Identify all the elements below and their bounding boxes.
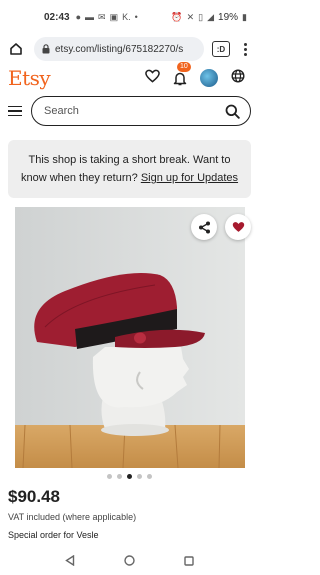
lock-icon bbox=[42, 44, 50, 54]
hat-on-mannequin-illustration bbox=[15, 207, 245, 468]
search-row: Search bbox=[0, 94, 259, 128]
menu-hamburger-icon[interactable] bbox=[8, 105, 22, 117]
k-app-icon: K. bbox=[122, 12, 131, 22]
carousel-dot[interactable] bbox=[147, 474, 152, 479]
battery-percent: 19% bbox=[218, 11, 239, 23]
search-icon[interactable] bbox=[225, 104, 240, 119]
special-order-title[interactable]: Special order for Vesle bbox=[8, 530, 99, 540]
recents-button[interactable] bbox=[184, 553, 195, 571]
system-nav-bar bbox=[0, 548, 259, 575]
share-button[interactable] bbox=[191, 214, 217, 240]
carousel-dot[interactable] bbox=[117, 474, 122, 479]
heart-filled-icon bbox=[232, 222, 244, 232]
mail-icon: ✉ bbox=[98, 11, 106, 22]
site-header: Etsy 10 bbox=[0, 61, 259, 92]
system-icons: ⏰ ✕ ▯ ◢ 19% ▮ bbox=[171, 12, 247, 23]
carousel-dot[interactable] bbox=[137, 474, 142, 479]
carousel-dot[interactable] bbox=[127, 474, 132, 479]
notification-badge: 10 bbox=[177, 61, 191, 72]
battery-icon: ▮ bbox=[242, 11, 247, 22]
vat-note: VAT included (where applicable) bbox=[8, 512, 137, 522]
heart-outline-icon bbox=[145, 69, 160, 83]
home-icon bbox=[10, 43, 22, 55]
vibrate-icon: ▯ bbox=[198, 11, 204, 22]
sign-up-updates-link[interactable]: Sign up for Updates bbox=[141, 172, 238, 184]
globe-icon bbox=[231, 68, 245, 83]
etsy-logo[interactable]: Etsy bbox=[8, 66, 51, 90]
more-vert-icon bbox=[243, 42, 247, 46]
image-carousel-dots[interactable] bbox=[0, 474, 259, 479]
shop-break-notice: This shop is taking a short break. Want … bbox=[8, 140, 251, 198]
mute-icon: ✕ bbox=[186, 11, 195, 22]
search-input[interactable]: Search bbox=[31, 96, 251, 126]
tabs-button[interactable]: :D bbox=[212, 41, 230, 57]
favorites-button[interactable] bbox=[145, 69, 160, 88]
bell-icon bbox=[173, 72, 187, 85]
browser-toolbar: etsy.com/listing/675182270/s :D bbox=[0, 34, 259, 64]
share-icon bbox=[198, 221, 210, 233]
back-triangle-icon bbox=[64, 554, 74, 566]
back-button[interactable] bbox=[64, 553, 75, 571]
status-time: 02:43 bbox=[44, 11, 70, 23]
search-placeholder: Search bbox=[44, 105, 79, 117]
notifications-button[interactable]: 10 bbox=[173, 61, 191, 86]
status-bar: 02:43 ● ▬ ✉ ▣ K. • ⏰ ✕ ▯ ◢ 19% ▮ bbox=[0, 0, 259, 34]
notification-icons: ● ▬ ✉ ▣ K. • bbox=[76, 12, 138, 23]
product-image[interactable] bbox=[15, 207, 245, 468]
recents-square-icon bbox=[184, 555, 195, 566]
carousel-dot[interactable] bbox=[107, 474, 112, 479]
signal-icon: ◢ bbox=[207, 11, 215, 22]
alarm-icon: ⏰ bbox=[171, 11, 183, 22]
cart-button[interactable] bbox=[231, 68, 245, 88]
browser-menu-button[interactable] bbox=[242, 42, 248, 56]
add-to-favorites-button[interactable] bbox=[225, 214, 251, 240]
more-dot-icon: • bbox=[134, 12, 138, 22]
product-price: $90.48 bbox=[8, 487, 60, 506]
home-button[interactable] bbox=[6, 39, 26, 59]
home-circle-icon bbox=[124, 554, 135, 566]
message-icon: ▬ bbox=[85, 12, 95, 22]
url-text: etsy.com/listing/675182270/s bbox=[55, 43, 184, 55]
photo-icon: ▣ bbox=[109, 11, 119, 22]
address-bar[interactable]: etsy.com/listing/675182270/s bbox=[34, 37, 204, 61]
chat-icon: ● bbox=[75, 12, 82, 22]
home-nav-button[interactable] bbox=[124, 553, 135, 571]
avatar[interactable] bbox=[200, 69, 218, 87]
